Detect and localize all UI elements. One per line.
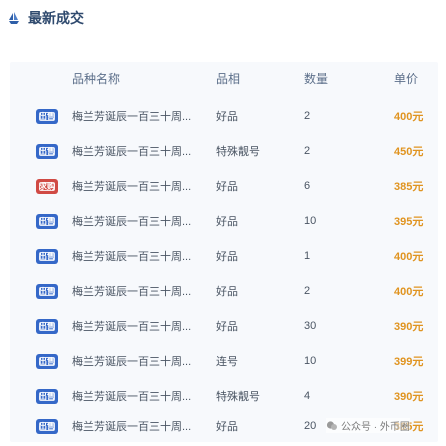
- item-quantity: 1: [304, 250, 311, 262]
- item-price: 400元: [394, 286, 424, 298]
- item-name[interactable]: 梅兰芳诞辰一百三十周...: [72, 318, 202, 334]
- item-quality: 特殊靓号: [216, 391, 260, 403]
- item-quantity: 4: [304, 390, 311, 402]
- page-title: 最新成交: [28, 10, 84, 26]
- item-name[interactable]: 梅兰芳诞辰一百三十周...: [72, 213, 202, 229]
- item-quality: 好品: [216, 286, 238, 298]
- table-row[interactable]: 出售 梅兰芳诞辰一百三十周... 连号 10 399元: [0, 351, 423, 371]
- table-row[interactable]: 出售 梅兰芳诞辰一百三十周... 好品 10 395元: [0, 211, 423, 231]
- item-quality: 好品: [216, 421, 238, 433]
- item-name[interactable]: 梅兰芳诞辰一百三十周...: [72, 178, 202, 194]
- table-row[interactable]: 出售 梅兰芳诞辰一百三十周... 特殊靓号 2 450元: [0, 141, 423, 161]
- item-price: 450元: [394, 146, 424, 158]
- item-quantity: 2: [304, 285, 311, 297]
- trade-type-badge: 出售: [36, 143, 58, 159]
- column-header-quantity: 数量: [304, 72, 329, 86]
- table-row[interactable]: 出售 梅兰芳诞辰一百三十周... 特殊靓号 4 390元: [0, 386, 423, 406]
- item-quantity: 10: [304, 215, 317, 227]
- watermark-text: 公众号 · 外币圈: [341, 422, 410, 433]
- item-price: 400元: [394, 251, 424, 263]
- table-row[interactable]: 出售 梅兰芳诞辰一百三十周... 好品 2 400元: [0, 281, 423, 301]
- ship-icon: [9, 12, 19, 24]
- item-name[interactable]: 梅兰芳诞辰一百三十周...: [72, 388, 202, 404]
- trade-type-badge: 出售: [36, 248, 58, 264]
- trade-type-badge: 出售: [36, 388, 58, 404]
- section-header: 最新成交: [6, 8, 84, 28]
- item-price: 385元: [394, 181, 424, 193]
- trade-type-badge: 出售: [36, 283, 58, 299]
- trade-type-badge: 出售: [36, 108, 58, 124]
- item-quality: 好品: [216, 216, 238, 228]
- item-price: 400元: [394, 111, 424, 123]
- table-row[interactable]: 出售 梅兰芳诞辰一百三十周... 好品 2 400元: [0, 106, 423, 126]
- trade-type-badge: 出售: [36, 318, 58, 334]
- item-price: 390元: [394, 391, 424, 403]
- item-quality: 好品: [216, 111, 238, 123]
- item-name[interactable]: 梅兰芳诞辰一百三十周...: [72, 283, 202, 299]
- item-quantity: 10: [304, 355, 317, 367]
- item-quality: 好品: [216, 321, 238, 333]
- column-header-quality: 品相: [216, 72, 241, 86]
- item-quality: 好品: [216, 181, 238, 193]
- item-name[interactable]: 梅兰芳诞辰一百三十周...: [72, 248, 202, 264]
- table-row[interactable]: 出售 梅兰芳诞辰一百三十周... 好品 30 390元: [0, 316, 423, 336]
- watermark: 公众号 · 外币圈: [326, 418, 410, 433]
- trade-type-badge: 出售: [36, 418, 58, 434]
- item-quantity: 2: [304, 145, 311, 157]
- item-quantity: 2: [304, 110, 311, 122]
- trade-type-badge: 求购: [36, 178, 58, 194]
- item-quality: 连号: [216, 356, 238, 368]
- table-row[interactable]: 求购 梅兰芳诞辰一百三十周... 好品 6 385元: [0, 176, 423, 196]
- item-name[interactable]: 梅兰芳诞辰一百三十周...: [72, 353, 202, 369]
- column-header-price: 单价: [394, 72, 419, 86]
- item-name[interactable]: 梅兰芳诞辰一百三十周...: [72, 418, 202, 434]
- trade-type-badge: 出售: [36, 353, 58, 369]
- item-name[interactable]: 梅兰芳诞辰一百三十周...: [72, 108, 202, 124]
- column-header-name: 品种名称: [72, 72, 121, 86]
- item-quantity: 30: [304, 320, 317, 332]
- trade-type-badge: 出售: [36, 213, 58, 229]
- item-quality: 好品: [216, 251, 238, 263]
- item-price: 399元: [394, 356, 424, 368]
- wechat-icon: [326, 420, 337, 430]
- item-quality: 特殊靓号: [216, 146, 260, 158]
- item-name[interactable]: 梅兰芳诞辰一百三十周...: [72, 143, 202, 159]
- table-row[interactable]: 出售 梅兰芳诞辰一百三十周... 好品 1 400元: [0, 246, 423, 266]
- item-price: 395元: [394, 216, 424, 228]
- item-price: 390元: [394, 321, 424, 333]
- item-quantity: 6: [304, 180, 311, 192]
